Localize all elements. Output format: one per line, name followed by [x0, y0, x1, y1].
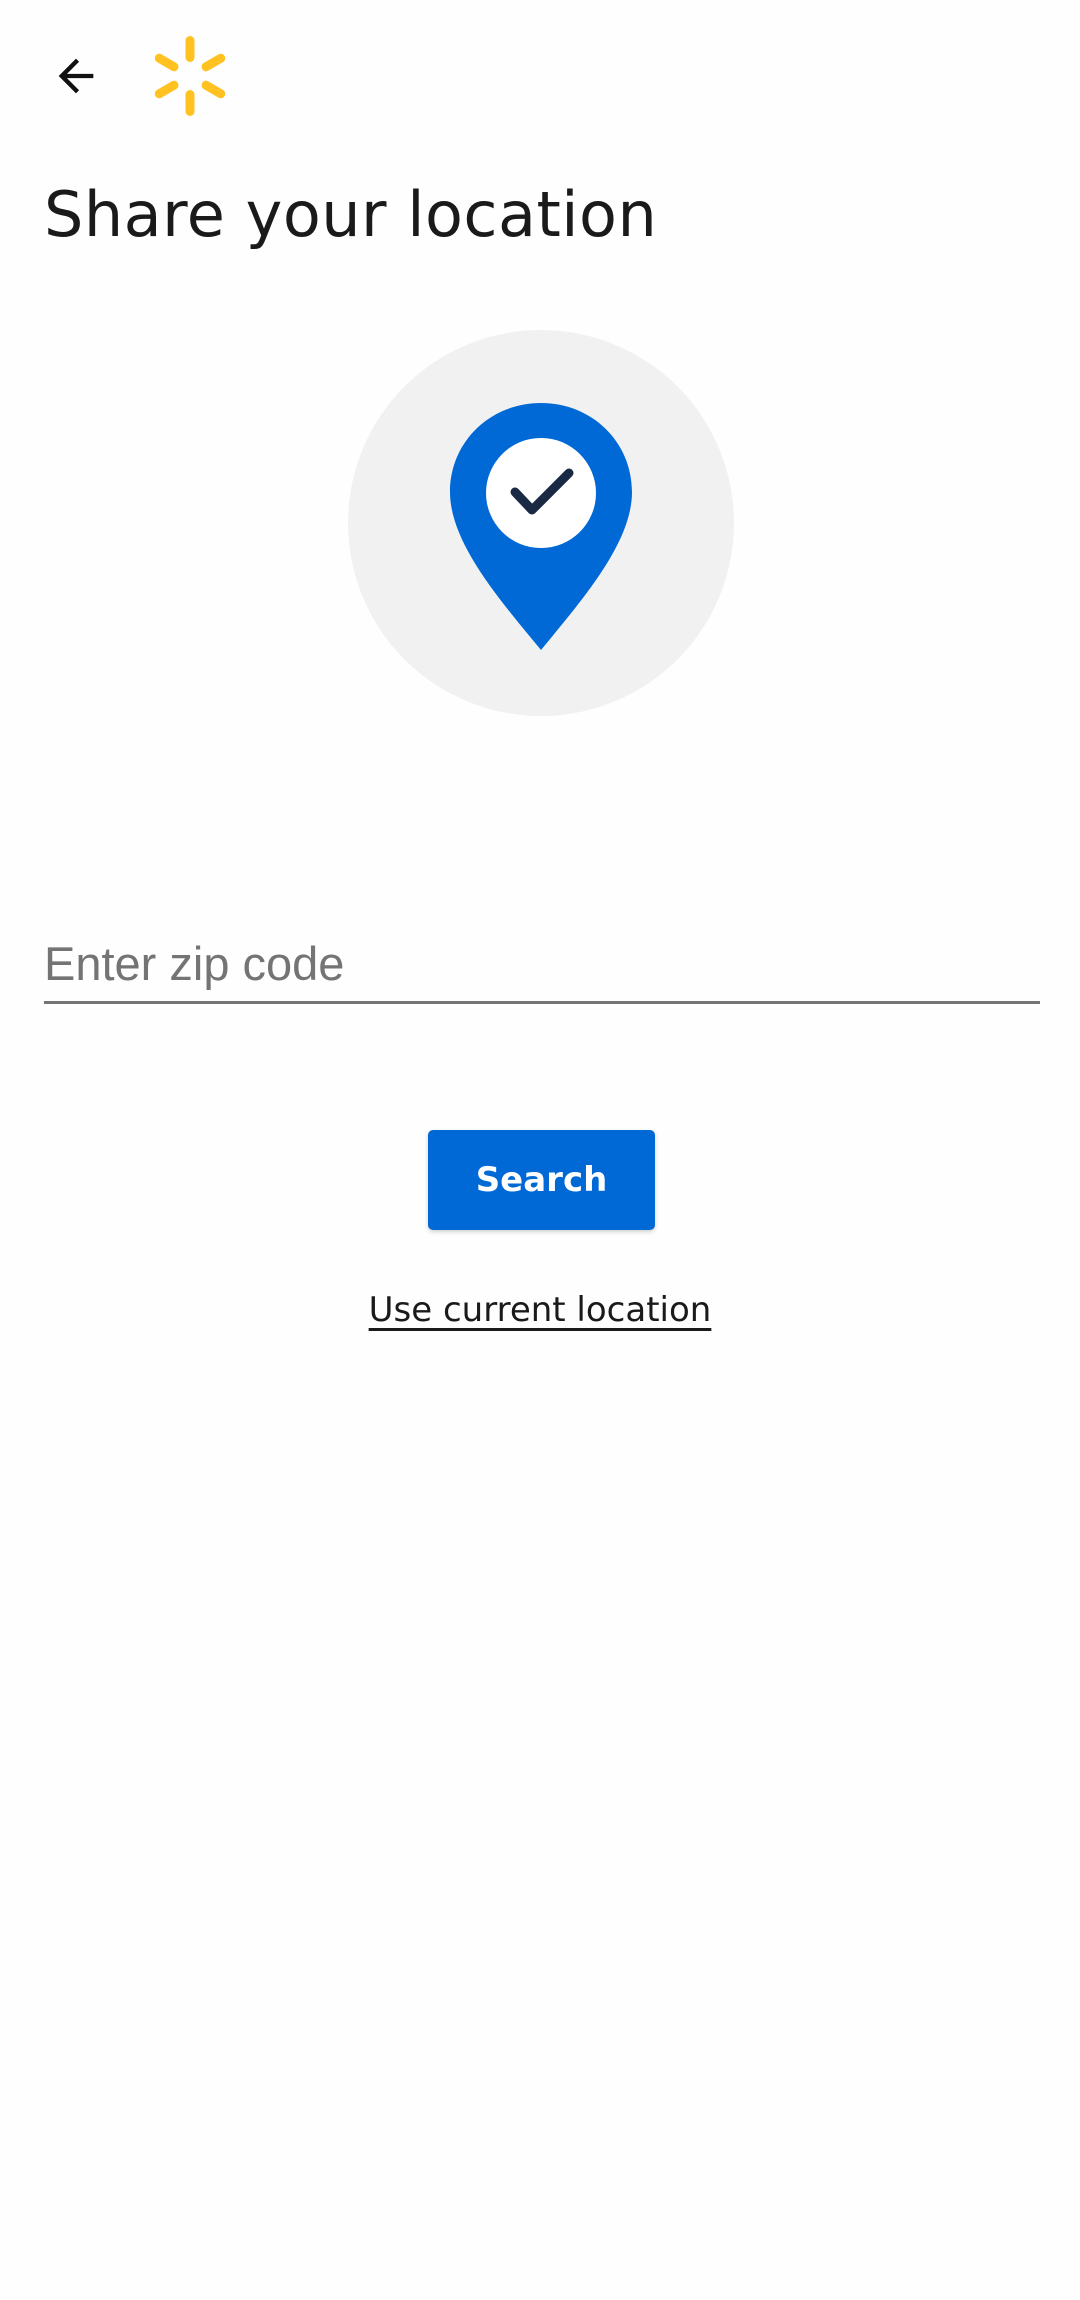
zip-code-field[interactable] [44, 920, 1040, 1004]
share-location-screen: Share your location Search Use current l… [0, 0, 1080, 2300]
page-title: Share your location [44, 178, 658, 251]
zip-code-input[interactable] [44, 936, 1040, 991]
back-button[interactable] [40, 36, 112, 116]
use-current-location-link[interactable]: Use current location [0, 1290, 1080, 1330]
spark-logo-icon [150, 34, 230, 118]
top-app-bar [0, 0, 1080, 150]
arrow-left-icon [58, 58, 94, 94]
location-pin-check-icon [450, 403, 632, 650]
location-illustration [348, 330, 734, 716]
search-button[interactable]: Search [428, 1130, 655, 1230]
